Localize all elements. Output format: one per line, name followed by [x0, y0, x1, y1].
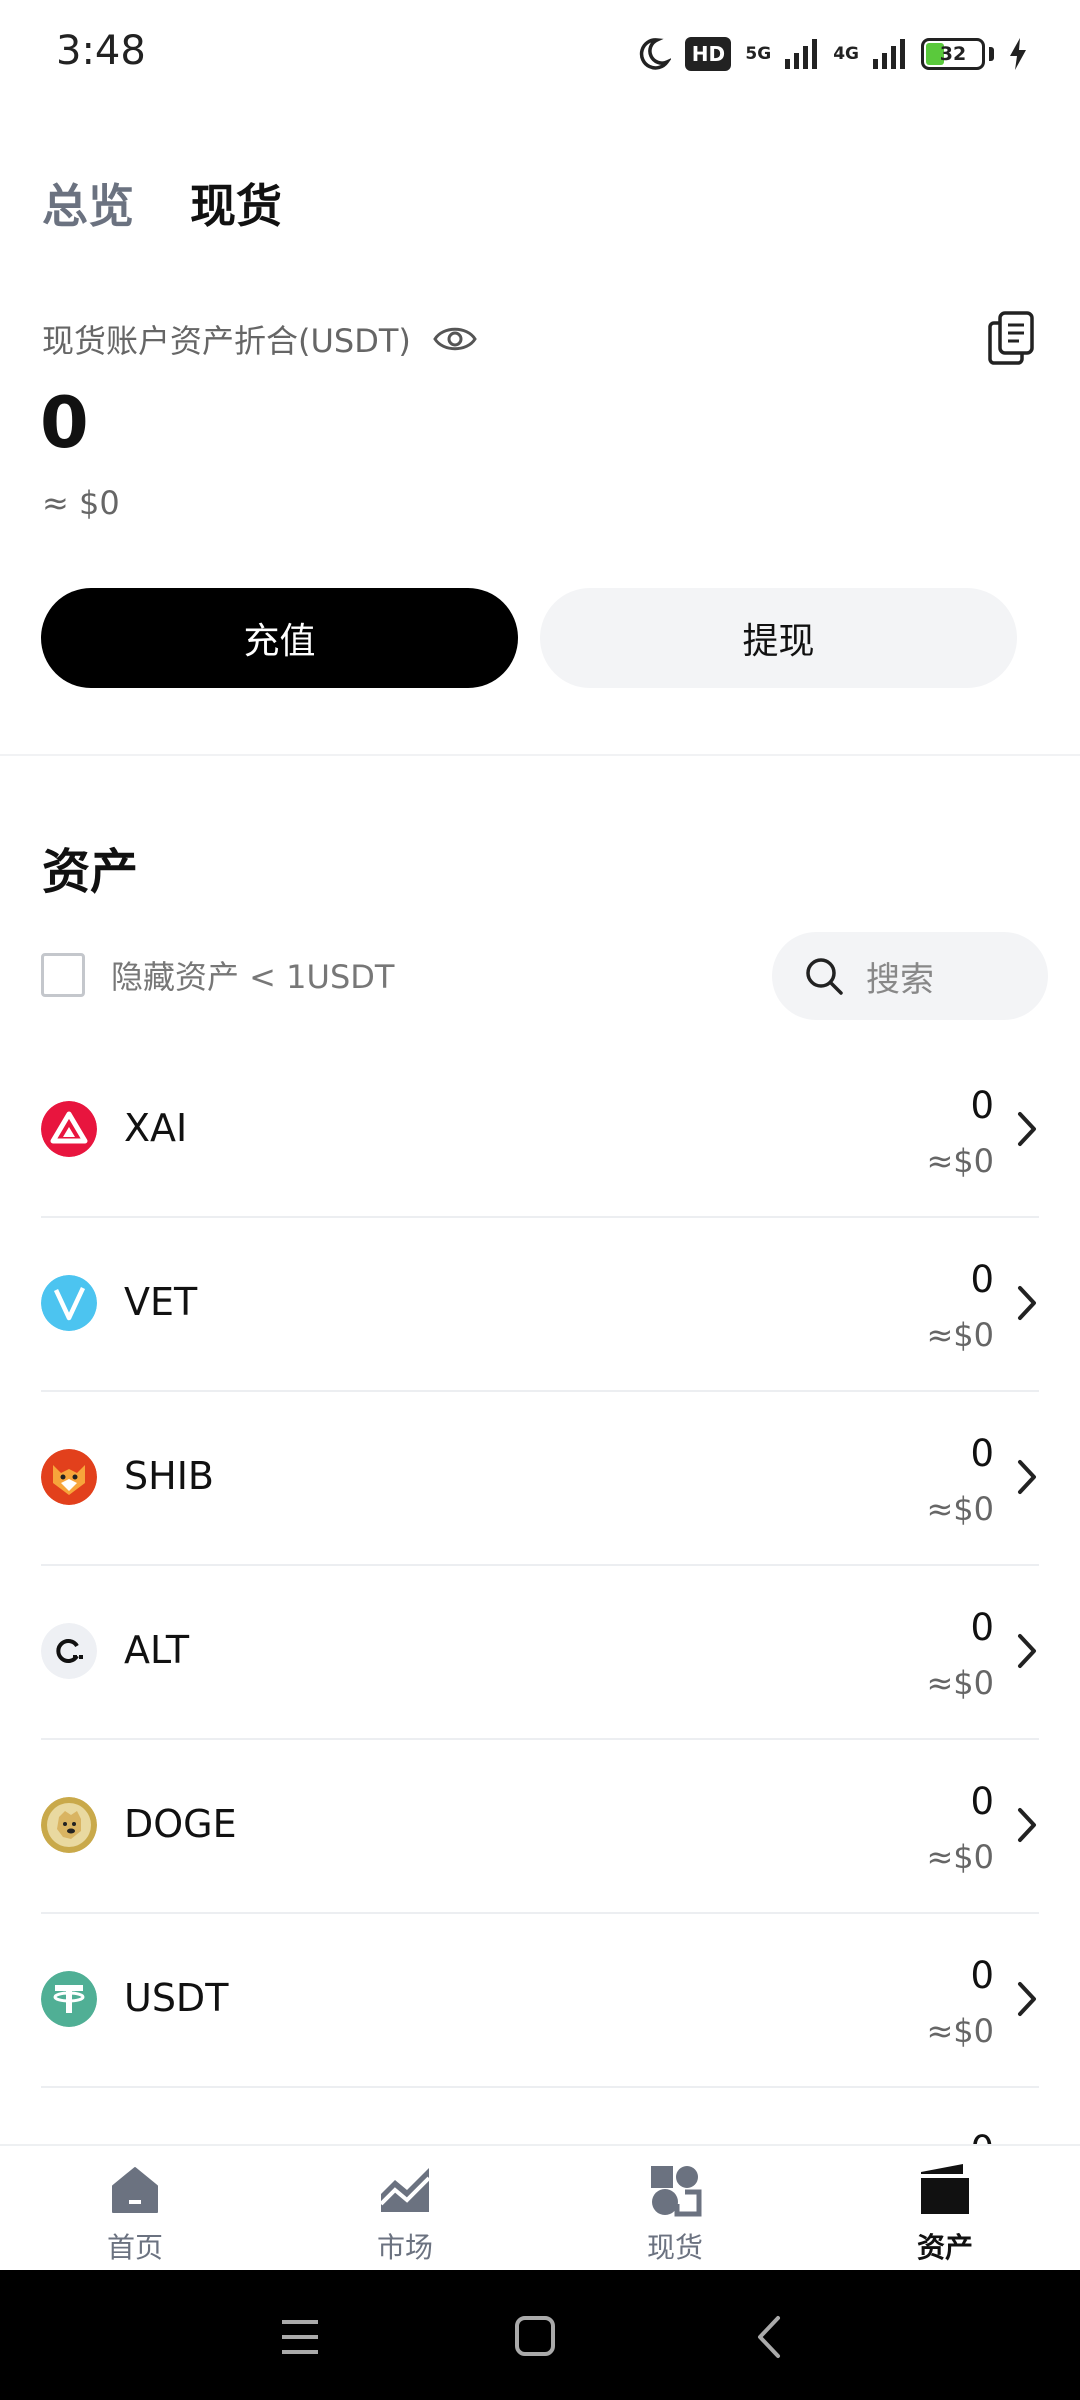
charging-icon — [1010, 38, 1026, 70]
asset-usd-value: ≈$0 — [926, 1316, 994, 1354]
asset-amount: 0 — [970, 1606, 994, 1649]
deposit-button[interactable]: 充值 — [41, 588, 518, 688]
nav-home[interactable]: 首页 — [0, 2146, 270, 2270]
asset-symbol: USDT — [124, 1976, 229, 2020]
nav-market[interactable]: 市场 — [270, 2146, 540, 2270]
asset-row-partial[interactable]: 0 — [41, 2088, 1039, 2144]
balance-value: 0 — [40, 382, 89, 464]
bottom-nav: 首页 市场 现货 资产 — [0, 2144, 1080, 2270]
hd-label: HD — [691, 42, 726, 66]
assets-title: 资产 — [42, 844, 139, 900]
vet-logo-icon — [41, 1275, 97, 1331]
asset-usd-value: ≈$0 — [926, 2012, 994, 2050]
asset-row-xai[interactable]: XAI 0 ≈$0 — [41, 1044, 1039, 1218]
asset-usd-value: ≈$0 — [926, 1838, 994, 1876]
asset-row-vet[interactable]: VET 0 ≈$0 — [41, 1218, 1039, 1392]
nav-spot[interactable]: 现货 — [540, 2146, 810, 2270]
home-icon — [105, 2160, 165, 2220]
market-chart-icon — [375, 2160, 435, 2220]
asset-symbol: XAI — [124, 1106, 188, 1150]
menu-icon[interactable] — [270, 2312, 330, 2362]
asset-row-alt[interactable]: ALT 0 ≈$0 — [41, 1566, 1039, 1740]
tab-overview[interactable]: 总览 — [42, 170, 134, 236]
balance-label-row: 现货账户资产折合(USDT) — [42, 316, 477, 362]
status-bar: 3:48 HD 5G 4G 32 — [0, 0, 1080, 108]
chevron-right-icon — [1018, 1982, 1036, 2016]
spot-icon — [645, 2160, 705, 2220]
hd-badge: HD — [685, 37, 732, 71]
section-divider — [0, 754, 1080, 756]
asset-row-shib[interactable]: SHIB 0 ≈$0 — [41, 1392, 1039, 1566]
shib-logo-icon — [41, 1449, 97, 1505]
asset-amount: 0 — [970, 1954, 994, 1997]
nav-label: 首页 — [106, 2231, 163, 2264]
asset-usd-value: ≈$0 — [926, 1490, 994, 1528]
battery-level: 32 — [939, 43, 967, 65]
asset-row-doge[interactable]: DOGE 0 ≈$0 — [41, 1740, 1039, 1914]
hide-small-assets-checkbox[interactable] — [41, 953, 85, 997]
hide-small-assets-label: 隐藏资产 < 1USDT — [111, 958, 395, 996]
moon-icon — [640, 38, 672, 70]
asset-symbol: VET — [124, 1280, 198, 1324]
net-4g-label: 4G — [833, 43, 859, 64]
eye-icon[interactable] — [433, 324, 477, 354]
signal-4g-icon — [873, 39, 905, 69]
chevron-right-icon — [1018, 1112, 1036, 1146]
balance-label: 现货账户资产折合(USDT) — [42, 322, 411, 360]
asset-usd-value: ≈$0 — [926, 1142, 994, 1180]
doge-logo-icon — [41, 1797, 97, 1853]
battery-tip — [989, 47, 994, 61]
asset-amount: 0 — [970, 2128, 994, 2144]
asset-list: XAI 0 ≈$0 VET 0 ≈$0 SHIB 0 ≈$0 ALT 0 ≈$0… — [41, 1044, 1039, 2144]
usdt-logo-icon — [41, 1971, 97, 2027]
nav-label: 现货 — [646, 2231, 703, 2264]
hide-small-assets-row: 隐藏资产 < 1USDT — [41, 952, 394, 998]
signal-5g-icon — [785, 39, 818, 69]
chevron-right-icon — [1018, 1808, 1036, 1842]
account-tabs: 总览 现货 — [42, 170, 282, 236]
status-icons: HD 5G 4G 32 — [635, 32, 1028, 76]
asset-amount: 0 — [970, 1084, 994, 1127]
chevron-right-icon — [1018, 1460, 1036, 1494]
record-copy-icon[interactable] — [986, 310, 1036, 366]
asset-symbol: SHIB — [124, 1454, 214, 1498]
asset-amount: 0 — [970, 1780, 994, 1823]
search-icon — [806, 958, 843, 995]
chevron-right-icon — [1018, 1634, 1036, 1668]
wallet-icon — [915, 2160, 975, 2220]
search-input[interactable]: 搜索 — [772, 932, 1048, 1020]
home-square-icon[interactable] — [505, 2312, 565, 2362]
system-nav-bar — [0, 2270, 1080, 2400]
xai-logo-icon — [41, 1101, 97, 1157]
asset-row-usdt[interactable]: USDT 0 ≈$0 — [41, 1914, 1039, 2088]
asset-usd-value: ≈$0 — [926, 1664, 994, 1702]
net-5g-label: 5G — [745, 43, 772, 64]
asset-symbol: DOGE — [124, 1802, 237, 1846]
status-time: 3:48 — [56, 28, 146, 74]
tab-spot[interactable]: 现货 — [190, 170, 282, 236]
balance-usd: ≈ $0 — [42, 484, 120, 522]
asset-amount: 0 — [970, 1432, 994, 1475]
asset-symbol: ALT — [124, 1628, 190, 1672]
back-icon[interactable] — [740, 2312, 800, 2362]
chevron-right-icon — [1018, 1286, 1036, 1320]
search-placeholder: 搜索 — [866, 959, 934, 1000]
nav-assets[interactable]: 资产 — [810, 2146, 1080, 2270]
asset-amount: 0 — [970, 1258, 994, 1301]
withdraw-button[interactable]: 提现 — [540, 588, 1017, 688]
nav-label: 市场 — [376, 2231, 433, 2264]
nav-label: 资产 — [916, 2231, 973, 2264]
battery-icon: 32 — [921, 38, 985, 70]
alt-logo-icon — [41, 1623, 97, 1679]
